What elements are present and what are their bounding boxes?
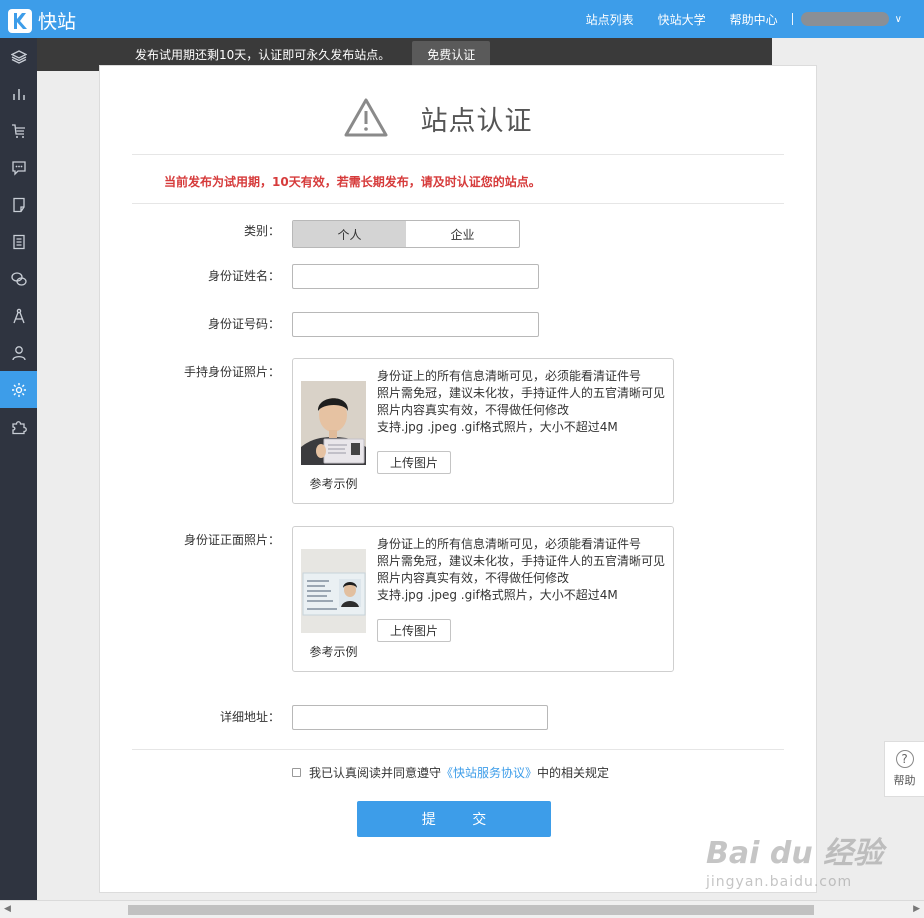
agreement-checkbox[interactable] [292, 768, 301, 777]
id-number-label: 身份证号码： [207, 317, 280, 331]
upload-handheld-button[interactable]: 上传图片 [377, 451, 452, 474]
app-name: 快站 [38, 11, 77, 33]
scroll-left-icon[interactable]: ◀ [4, 904, 11, 914]
top-bar: 快站 站点列表 快站大学 帮助中心 ∨ [0, 0, 924, 38]
scrollbar-thumb[interactable] [128, 905, 814, 915]
requirement-line: 照片内容真实有效，不得做任何修改 [377, 403, 570, 417]
message-icon [11, 160, 26, 176]
sidebar-item-settings[interactable] [0, 371, 37, 408]
layers-icon [10, 49, 27, 64]
chart-icon [12, 88, 25, 100]
requirement-line: 身份证上的所有信息清晰可见，必须能看清证件号 [377, 369, 642, 383]
sample-caption: 参考示例 [309, 477, 358, 491]
submit-button[interactable]: 提 交 [357, 801, 551, 837]
warning-icon [344, 98, 387, 137]
help-label: 帮助 [893, 774, 916, 787]
compass-icon [12, 308, 25, 323]
scroll-right-icon[interactable]: ▶ [913, 904, 920, 914]
requirement-line: 身份证上的所有信息清晰可见，必须能看清证件号 [377, 537, 642, 551]
requirement-line: 支持.jpg .jpeg .gif格式照片，大小不超过4M [377, 588, 618, 602]
category-label: 类别： [243, 224, 280, 238]
nav-kuaizhan-university[interactable]: 快站大学 [658, 11, 706, 28]
horizontal-scrollbar[interactable]: ◀ ▶ [0, 900, 924, 918]
divider [132, 154, 784, 155]
chat-icon [10, 271, 27, 286]
requirement-line: 照片需免冠，建议未化妆，手持证件人的五官清晰可见 [377, 386, 666, 400]
nav-help-center[interactable]: 帮助中心 [730, 11, 778, 28]
id-name-input[interactable] [292, 264, 539, 289]
cart-icon [11, 123, 25, 138]
upload-id-front-button[interactable]: 上传图片 [377, 619, 452, 642]
requirement-line: 照片内容真实有效，不得做任何修改 [377, 571, 570, 585]
requirement-line: 照片需免冠，建议未化妆，手持证件人的五官清晰可见 [377, 554, 666, 568]
verification-card: 站点认证 当前发布为试用期，10天有效，若需长期发布，请及时认证您的站点。 类别… [99, 65, 817, 893]
category-option-enterprise[interactable]: 企业 [406, 221, 519, 247]
sidebar-item-list[interactable] [0, 223, 37, 260]
requirement-line: 支持.jpg .jpeg .gif格式照片，大小不超过4M [377, 420, 618, 434]
trial-warning-text: 当前发布为试用期，10天有效，若需长期发布，请及时认证您的站点。 [164, 175, 541, 189]
page-title: 站点认证 [420, 105, 533, 137]
trial-notice-text: 发布试用期还剩10天，认证即可永久发布站点。 [135, 48, 391, 62]
handheld-photo-upload: 参考示例 身份证上的所有信息清晰可见，必须能看清证件号 照片需免冠，建议未化妆，… [292, 358, 674, 504]
top-nav: 站点列表 快站大学 帮助中心 ∨ [586, 0, 924, 38]
agreement-prefix: 我已认真阅读并同意遵守 [309, 766, 442, 780]
sidebar-item-shop[interactable] [0, 112, 37, 149]
id-front-sample-image [301, 549, 366, 633]
nav-divider [791, 13, 793, 25]
user-account[interactable] [800, 12, 889, 26]
sidebar-item-layers[interactable] [0, 38, 37, 75]
sidebar [0, 38, 37, 900]
address-input[interactable] [292, 705, 548, 730]
page-title-row: 站点认证 [100, 98, 816, 138]
sidebar-item-wechat[interactable] [0, 260, 37, 297]
sidebar-item-plugins[interactable] [0, 408, 37, 445]
id-front-photo-upload: 参考示例 身份证上的所有信息清晰可见，必须能看清证件号 照片需免冠，建议未化妆，… [292, 526, 674, 672]
sample-caption: 参考示例 [309, 645, 358, 659]
app-logo[interactable]: 快站 [8, 7, 76, 34]
puzzle-icon [11, 420, 27, 434]
id-front-photo-label: 身份证正面照片： [183, 533, 280, 547]
user-icon [11, 345, 26, 360]
gear-icon [11, 382, 26, 397]
kuaizhan-logo-icon [8, 8, 32, 33]
id-number-input[interactable] [292, 312, 539, 337]
service-agreement-link[interactable]: 《快站服务协议》 [441, 764, 537, 781]
list-icon [12, 234, 25, 249]
sidebar-item-messages[interactable] [0, 149, 37, 186]
sidebar-item-pages[interactable] [0, 186, 37, 223]
upload-requirements: 身份证上的所有信息清晰可见，必须能看清证件号 照片需免冠，建议未化妆，手持证件人… [377, 368, 673, 436]
category-toggle: 个人 企业 [292, 220, 520, 248]
upload-requirements: 身份证上的所有信息清晰可见，必须能看清证件号 照片需免冠，建议未化妆，手持证件人… [377, 536, 673, 604]
agreement-row: 我已认真阅读并同意遵守 《快站服务协议》 中的相关规定 [292, 764, 609, 781]
sidebar-item-stats[interactable] [0, 75, 37, 112]
handheld-photo-label: 手持身份证照片： [183, 365, 280, 379]
page-edit-icon [12, 197, 25, 212]
agreement-suffix: 中的相关规定 [537, 766, 610, 780]
nav-site-list[interactable]: 站点列表 [586, 11, 634, 28]
id-name-label: 身份证姓名： [207, 269, 280, 283]
question-icon: ? [895, 750, 914, 768]
sidebar-item-users[interactable] [0, 334, 37, 371]
divider [132, 203, 784, 204]
sidebar-item-tools[interactable] [0, 297, 37, 334]
address-label: 详细地址： [219, 710, 280, 724]
chevron-down-icon[interactable]: ∨ [895, 14, 902, 25]
help-float-button[interactable]: ? 帮助 [884, 741, 924, 797]
handheld-sample-image [301, 381, 366, 465]
divider [132, 749, 784, 750]
free-verify-button[interactable]: 免费认证 [412, 41, 491, 68]
category-option-personal[interactable]: 个人 [293, 221, 406, 247]
